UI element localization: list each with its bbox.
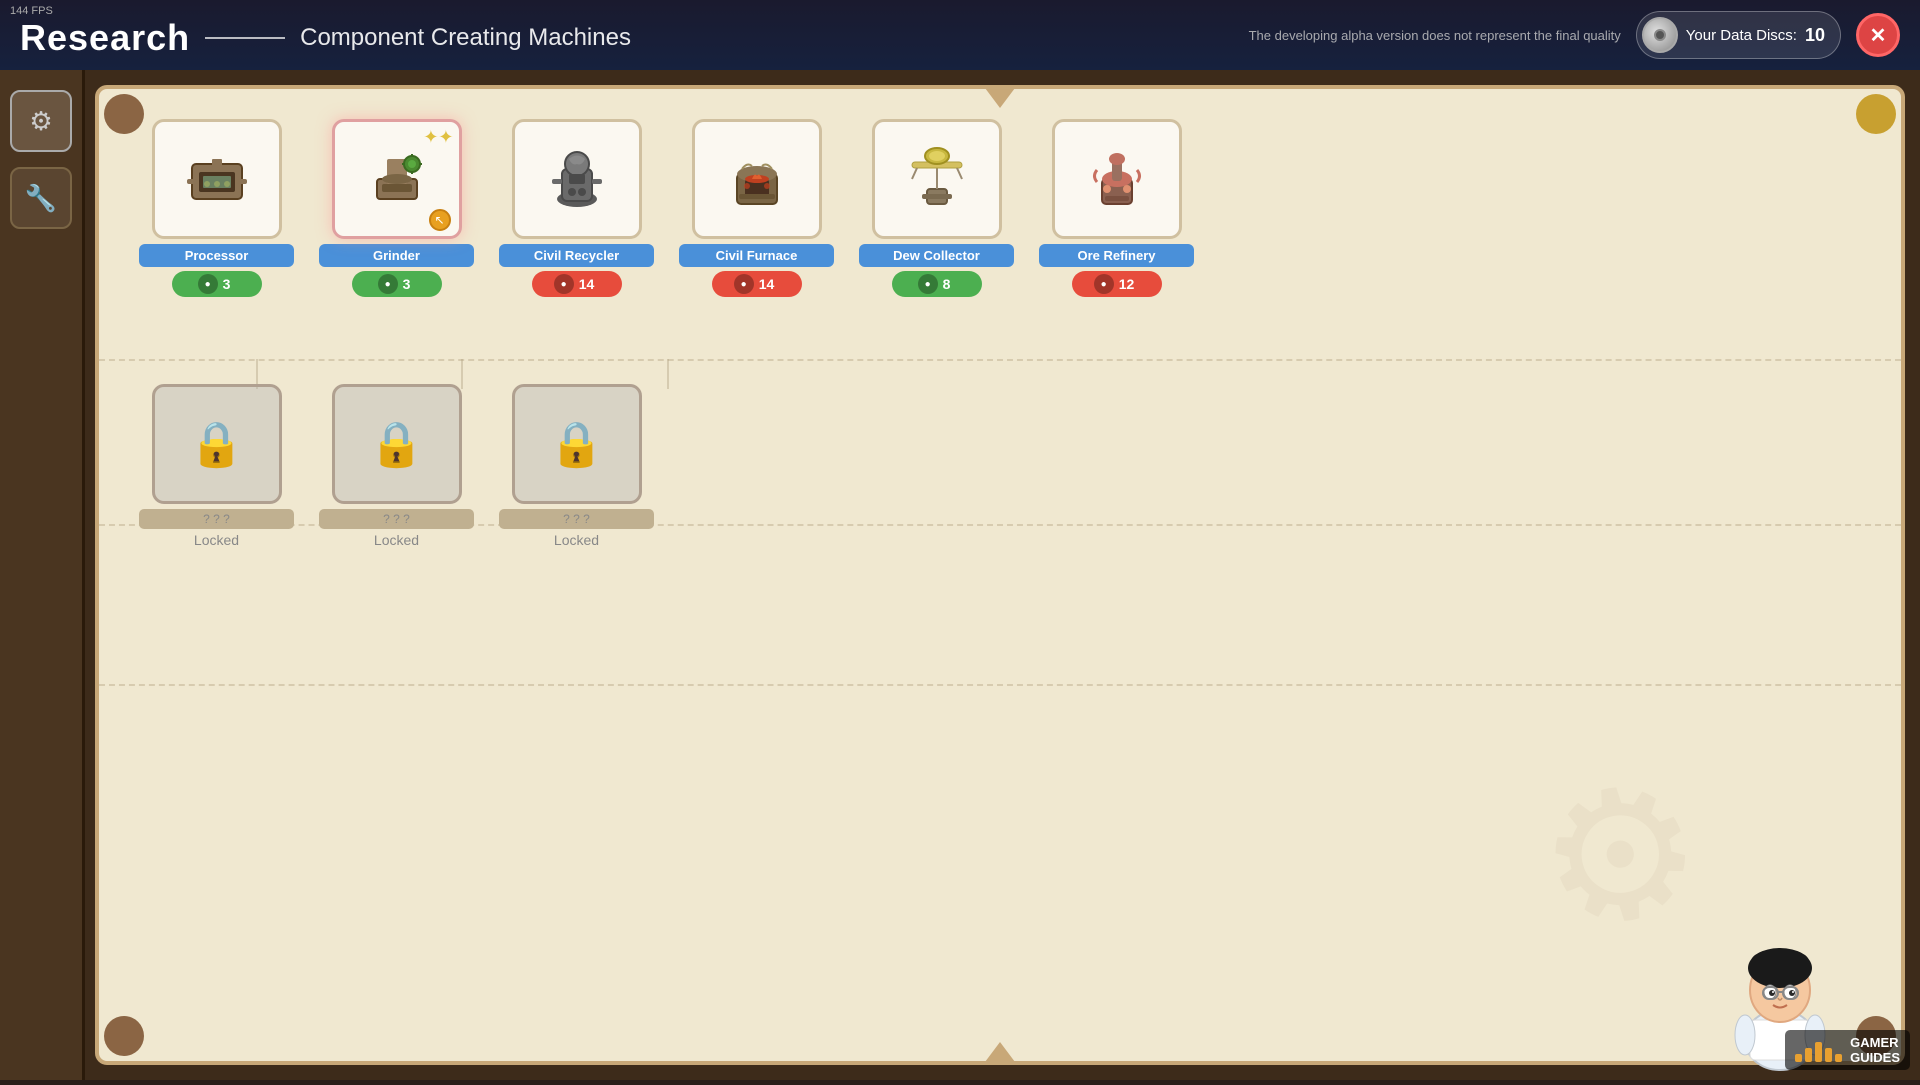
processor-name: Processor: [139, 244, 294, 267]
cursor-indicator: ↖: [429, 209, 451, 231]
data-disc-inner: [1654, 29, 1666, 41]
machine-icon-wrapper-civil-recycler: [512, 119, 642, 239]
machine-card-dew-collector[interactable]: Dew Collector ● 8: [859, 119, 1014, 297]
locked-banner-2: ? ? ?: [319, 509, 474, 529]
board-triangle-top: [985, 88, 1015, 108]
main-content: ⚙ 🔧 ⚙: [0, 70, 1920, 1080]
corner-bl: [104, 1016, 144, 1056]
locked-icon-wrapper-1: 🔒: [152, 384, 282, 504]
research-board: ⚙ Process: [95, 85, 1905, 1065]
dew-collector-icon: [897, 144, 977, 214]
wrench-icon: 🔧: [25, 183, 57, 214]
civil-recycler-icon: [537, 144, 617, 214]
row-divider-1: [99, 359, 1901, 361]
data-disc-icon: [1642, 17, 1678, 53]
sidebar: ⚙ 🔧: [0, 70, 85, 1080]
machine-icon-wrapper-ore-refinery: [1052, 119, 1182, 239]
gear-icon: ⚙: [29, 106, 52, 137]
cost-icon-furnace: ●: [734, 274, 754, 294]
grinder-icon: [357, 144, 437, 214]
connector-3: [667, 359, 669, 389]
title-divider: [205, 37, 285, 39]
cost-icon-dew: ●: [918, 274, 938, 294]
gg-bars-icon: [1795, 1038, 1842, 1062]
corner-tr: [1856, 94, 1896, 134]
machine-icon-wrapper-grinder: ✦✦ ↖: [332, 119, 462, 239]
machine-card-civil-recycler[interactable]: Civil Recycler ● 14: [499, 119, 654, 297]
corner-tl: [104, 94, 144, 134]
machine-icon-wrapper-processor: [152, 119, 282, 239]
gamer-guides-logo: GAMERGUIDES: [1785, 1030, 1910, 1070]
civil-furnace-icon: [717, 144, 797, 214]
fps-counter: 144 FPS: [10, 5, 53, 17]
lock-icon-3: 🔒: [549, 418, 604, 470]
data-discs-container: Your Data Discs: 10: [1636, 11, 1841, 59]
cost-icon-grinder: ●: [378, 274, 398, 294]
page-subtitle: Component Creating Machines: [300, 24, 631, 52]
processor-icon: [177, 144, 257, 214]
civil-furnace-cost: ● 14: [712, 271, 802, 297]
top-bar: 144 FPS Research Component Creating Mach…: [0, 0, 1920, 70]
cost-icon-recycler: ●: [554, 274, 574, 294]
settings-button[interactable]: ⚙: [10, 90, 72, 152]
locked-icon-wrapper-3: 🔒: [512, 384, 642, 504]
ore-refinery-icon: [1077, 144, 1157, 214]
lock-icon-2: 🔒: [369, 418, 424, 470]
locked-machines-grid: 🔒 ? ? ? Locked 🔒 ? ? ? Locked 🔒 ? ? ? Lo…: [139, 384, 654, 548]
machine-icon-wrapper-dew-collector: [872, 119, 1002, 239]
ore-refinery-cost: ● 12: [1072, 271, 1162, 297]
cost-icon: ●: [198, 274, 218, 294]
dew-collector-cost: ● 8: [892, 271, 982, 297]
processor-cost: ● 3: [172, 271, 262, 297]
locked-banner-3: ? ? ?: [499, 509, 654, 529]
grinder-cost: ● 3: [352, 271, 442, 297]
civil-recycler-cost: ● 14: [532, 271, 622, 297]
data-discs-label: Your Data Discs:: [1686, 27, 1797, 44]
cost-icon-refinery: ●: [1094, 274, 1114, 294]
top-right-section: The developing alpha version does not re…: [1249, 11, 1900, 59]
machine-card-civil-furnace[interactable]: Civil Furnace ● 14: [679, 119, 834, 297]
close-button[interactable]: ✕: [1856, 13, 1900, 57]
title-section: Research Component Creating Machines: [20, 17, 631, 59]
machine-card-processor[interactable]: Processor ● 3: [139, 119, 294, 297]
tools-button[interactable]: 🔧: [10, 167, 72, 229]
locked-label-3: Locked: [554, 532, 599, 548]
grinder-name: Grinder: [319, 244, 474, 267]
machines-grid: Processor ● 3 ✦✦: [139, 119, 1194, 297]
machine-card-ore-refinery[interactable]: Ore Refinery ● 12: [1039, 119, 1194, 297]
alpha-notice: The developing alpha version does not re…: [1249, 28, 1621, 43]
disc-count: 10: [1805, 25, 1825, 46]
board-triangle-bottom: [985, 1042, 1015, 1062]
locked-card-3[interactable]: 🔒 ? ? ? Locked: [499, 384, 654, 548]
gamer-guides-text: GAMERGUIDES: [1850, 1035, 1900, 1065]
locked-label-1: Locked: [194, 532, 239, 548]
sparkles-icon: ✦✦: [423, 127, 453, 148]
machine-card-grinder[interactable]: ✦✦ ↖ Grinder: [319, 119, 474, 297]
locked-label-2: Locked: [374, 532, 419, 548]
locked-card-1[interactable]: 🔒 ? ? ? Locked: [139, 384, 294, 548]
board-watermark: ⚙: [1523, 740, 1718, 974]
civil-furnace-name: Civil Furnace: [679, 244, 834, 267]
locked-card-2[interactable]: 🔒 ? ? ? Locked: [319, 384, 474, 548]
civil-recycler-name: Civil Recycler: [499, 244, 654, 267]
ore-refinery-name: Ore Refinery: [1039, 244, 1194, 267]
row-divider-3: [99, 684, 1901, 686]
page-title: Research: [20, 17, 190, 59]
dew-collector-name: Dew Collector: [859, 244, 1014, 267]
locked-banner-1: ? ? ?: [139, 509, 294, 529]
lock-icon-1: 🔒: [189, 418, 244, 470]
locked-icon-wrapper-2: 🔒: [332, 384, 462, 504]
machine-icon-wrapper-civil-furnace: [692, 119, 822, 239]
